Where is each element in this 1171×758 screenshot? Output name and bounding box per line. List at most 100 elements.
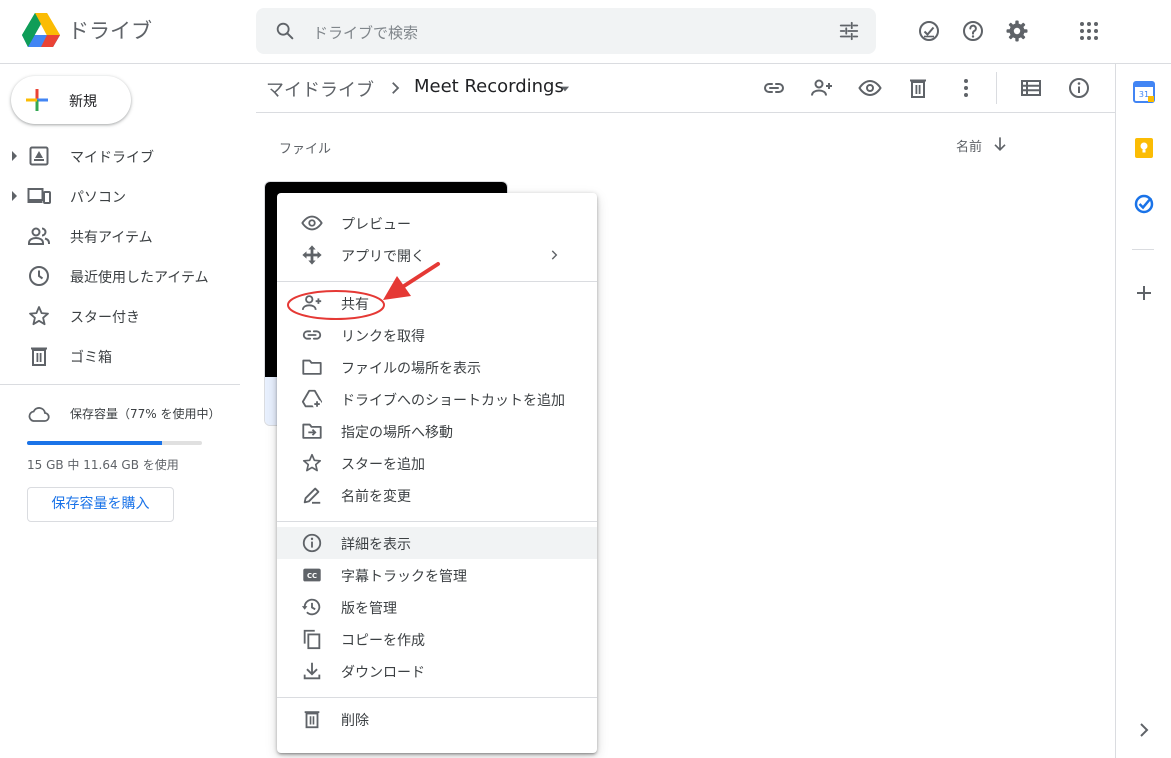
menu-item-move-to[interactable]: 指定の場所へ移動 bbox=[277, 415, 597, 447]
folder-dropdown-icon[interactable] bbox=[558, 82, 572, 96]
menu-item-show-file-location[interactable]: ファイルの場所を表示 bbox=[277, 351, 597, 383]
tasks-icon[interactable] bbox=[1133, 193, 1155, 215]
apps-grid-icon[interactable] bbox=[1077, 19, 1101, 43]
preview-eye-icon[interactable] bbox=[858, 76, 882, 100]
menu-item-label: 詳細を表示 bbox=[341, 537, 411, 553]
sidebar-divider bbox=[0, 384, 240, 385]
menu-item-add-shortcut[interactable]: ドライブへのショートカットを追加 bbox=[277, 383, 597, 415]
storage-progress-bar bbox=[27, 441, 202, 445]
menu-item-label: スターを追加 bbox=[341, 457, 425, 473]
sidebar-item-label: 最近使用したアイテム bbox=[70, 270, 209, 286]
new-button[interactable]: 新規 bbox=[11, 76, 131, 124]
breadcrumb-current-folder[interactable]: Meet Recordings bbox=[414, 76, 564, 97]
search-box[interactable]: ドライブで検索 bbox=[256, 8, 876, 54]
menu-item-label: 名前を変更 bbox=[341, 489, 411, 505]
more-options-icon[interactable] bbox=[954, 76, 978, 100]
sidebar-item-my-drive[interactable]: マイドライブ bbox=[0, 136, 240, 176]
delete-trash-icon[interactable] bbox=[906, 76, 930, 100]
context-menu: プレビュー アプリで開く 共有 リンクを取得 ファイルの場所を表示 ドライブへの… bbox=[277, 193, 597, 753]
svg-text:31: 31 bbox=[1139, 90, 1149, 99]
expand-caret-icon[interactable] bbox=[12, 151, 17, 161]
link-icon bbox=[302, 330, 322, 340]
menu-item-download[interactable]: ダウンロード bbox=[277, 655, 597, 687]
toolbar-bottom-border bbox=[256, 112, 1115, 113]
menu-item-manage-versions[interactable]: 版を管理 bbox=[277, 591, 597, 623]
menu-item-view-details[interactable]: 詳細を表示 bbox=[277, 527, 597, 559]
trash-icon bbox=[31, 347, 47, 366]
menu-divider bbox=[277, 281, 597, 282]
search-input[interactable]: ドライブで検索 bbox=[313, 22, 418, 43]
share-person-icon[interactable] bbox=[810, 76, 834, 100]
menu-item-make-copy[interactable]: コピーを作成 bbox=[277, 623, 597, 655]
search-icon[interactable] bbox=[274, 20, 296, 42]
menu-item-rename[interactable]: 名前を変更 bbox=[277, 479, 597, 511]
help-icon[interactable] bbox=[961, 19, 985, 43]
app-title: ドライブ bbox=[68, 19, 152, 43]
search-options-icon[interactable] bbox=[838, 20, 860, 42]
sidebar-item-label: 共有アイテム bbox=[70, 230, 153, 246]
side-panel bbox=[1115, 64, 1171, 758]
info-icon bbox=[302, 533, 322, 553]
cloud-icon bbox=[28, 407, 50, 422]
breadcrumb-root[interactable]: マイドライブ bbox=[266, 76, 374, 102]
side-panel-divider bbox=[1132, 249, 1154, 250]
menu-divider bbox=[277, 521, 597, 522]
sidebar-item-trash[interactable]: ゴミ箱 bbox=[0, 336, 240, 376]
open-with-icon bbox=[302, 245, 322, 265]
sidebar-item-shared[interactable]: 共有アイテム bbox=[0, 216, 240, 256]
menu-item-label: プレビュー bbox=[341, 217, 411, 233]
eye-icon bbox=[301, 215, 323, 231]
toolbar-divider bbox=[996, 72, 997, 104]
submenu-chevron-icon bbox=[551, 250, 558, 260]
sidebar-item-recent[interactable]: 最近使用したアイテム bbox=[0, 256, 240, 296]
settings-gear-icon[interactable] bbox=[1005, 19, 1029, 43]
menu-item-label: ファイルの場所を表示 bbox=[341, 361, 481, 377]
storage-usage-text: 15 GB 中 11.64 GB を使用 bbox=[27, 458, 179, 472]
sidebar-item-label: パソコン bbox=[70, 190, 126, 206]
sidebar-item-starred[interactable]: スター付き bbox=[0, 296, 240, 336]
details-info-icon[interactable] bbox=[1067, 76, 1091, 100]
buy-storage-button[interactable]: 保存容量を購入 bbox=[27, 487, 174, 522]
my-drive-icon bbox=[29, 146, 49, 166]
menu-item-share[interactable]: 共有 bbox=[277, 287, 597, 319]
drive-logo-icon[interactable] bbox=[22, 13, 60, 47]
list-view-icon[interactable] bbox=[1019, 76, 1043, 100]
menu-item-manage-captions[interactable]: CC 字幕トラックを管理 bbox=[277, 559, 597, 591]
menu-item-label: 指定の場所へ移動 bbox=[341, 425, 453, 441]
expand-panel-chevron-icon[interactable] bbox=[1133, 719, 1155, 741]
get-link-icon[interactable] bbox=[762, 76, 786, 100]
add-shortcut-icon bbox=[301, 389, 323, 409]
menu-item-label: 字幕トラックを管理 bbox=[341, 569, 467, 585]
sidebar-item-label: マイドライブ bbox=[70, 150, 154, 166]
menu-item-open-with[interactable]: アプリで開く bbox=[277, 239, 597, 271]
calendar-icon[interactable]: 31 bbox=[1133, 81, 1155, 103]
svg-text:CC: CC bbox=[307, 572, 317, 580]
closed-caption-icon: CC bbox=[303, 568, 321, 582]
history-icon bbox=[301, 598, 321, 616]
star-outline-icon bbox=[302, 453, 322, 472]
menu-item-preview[interactable]: プレビュー bbox=[277, 207, 597, 239]
add-addon-icon[interactable] bbox=[1133, 282, 1155, 304]
expand-caret-icon[interactable] bbox=[12, 191, 17, 201]
sidebar-item-label: ゴミ箱 bbox=[70, 350, 112, 366]
offline-ready-icon[interactable] bbox=[917, 19, 941, 43]
sidebar-item-computers[interactable]: パソコン bbox=[0, 176, 240, 216]
files-section-label: ファイル bbox=[279, 142, 332, 157]
share-person-icon bbox=[301, 295, 322, 310]
menu-item-label: 版を管理 bbox=[341, 601, 397, 617]
menu-item-add-star[interactable]: スターを追加 bbox=[277, 447, 597, 479]
shared-icon bbox=[28, 227, 50, 245]
storage-label: 保存容量（77% を使用中） bbox=[70, 407, 221, 421]
breadcrumb-chevron-icon bbox=[392, 82, 400, 94]
sort-direction-arrow-icon[interactable] bbox=[990, 134, 1010, 154]
menu-item-delete[interactable]: 削除 bbox=[277, 703, 597, 735]
menu-item-label: 共有 bbox=[341, 297, 369, 313]
menu-item-get-link[interactable]: リンクを取得 bbox=[277, 319, 597, 351]
pencil-icon bbox=[303, 487, 321, 504]
top-bar: ドライブ ドライブで検索 bbox=[0, 0, 1171, 64]
sort-by-name-label[interactable]: 名前 bbox=[956, 136, 982, 155]
move-to-icon bbox=[302, 423, 322, 439]
menu-item-label: リンクを取得 bbox=[341, 329, 425, 345]
keep-icon[interactable] bbox=[1133, 137, 1155, 159]
storage-progress-fill bbox=[27, 441, 162, 445]
